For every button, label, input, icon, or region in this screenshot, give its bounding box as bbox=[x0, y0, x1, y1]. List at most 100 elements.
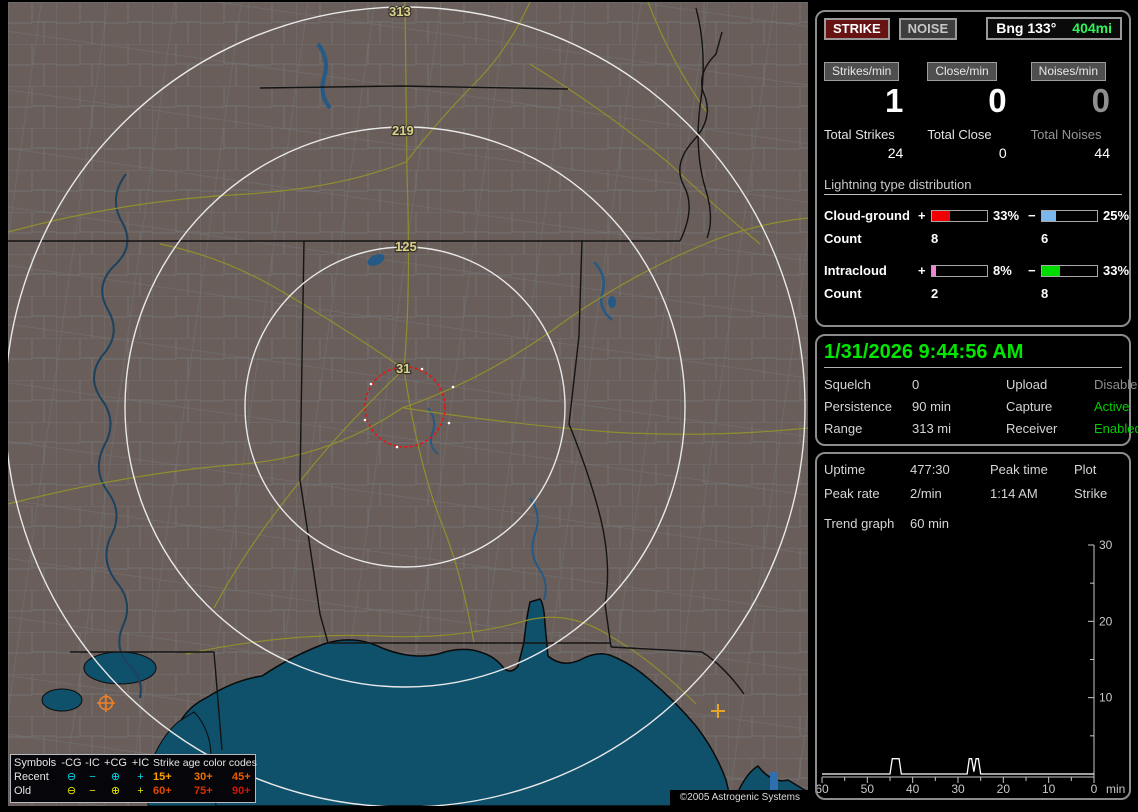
total-close-value: 0 bbox=[998, 145, 1007, 161]
legend-old-label: Old bbox=[14, 785, 32, 797]
cg-plus-count: 8 bbox=[931, 231, 939, 246]
peak-time-value: 1:14 AM bbox=[990, 486, 1038, 501]
svg-text:40: 40 bbox=[906, 782, 920, 796]
ring-label-125: 125 bbox=[395, 239, 417, 254]
ic-minus-pct: 33% bbox=[1103, 263, 1130, 278]
legend-recent-label: Recent bbox=[14, 771, 49, 783]
age-90: 90+ bbox=[232, 785, 251, 797]
persistence-label: Persistence bbox=[824, 399, 892, 414]
total-strikes-label: Total Strikes bbox=[824, 127, 895, 142]
svg-text:30: 30 bbox=[951, 782, 965, 796]
ring-label-313: 313 bbox=[389, 4, 411, 19]
recent-pos-ic-icon: + bbox=[137, 771, 144, 783]
age-45: 45+ bbox=[232, 771, 251, 783]
noises-column: Noises/min 0 Total Noises 44 bbox=[1030, 62, 1122, 161]
minus-sign: − bbox=[1028, 263, 1036, 278]
peak-rate-label: Peak rate bbox=[824, 486, 880, 501]
bearing-distance-box: Bng 133° 404mi bbox=[986, 17, 1122, 40]
ic-plus-bar bbox=[931, 264, 988, 277]
svg-text:10: 10 bbox=[1042, 782, 1056, 796]
receiver-status: Enabled bbox=[1094, 421, 1138, 436]
stats-panel: Uptime 477:30 Peak time Plot Peak rate 2… bbox=[815, 452, 1131, 800]
old-pos-ic-icon: + bbox=[137, 785, 144, 797]
close-per-min-value: 0 bbox=[988, 82, 1007, 119]
count-label: Count bbox=[824, 231, 862, 246]
recent-neg-ic-icon: − bbox=[89, 771, 96, 783]
total-close-label: Total Close bbox=[927, 127, 992, 142]
peak-rate-value: 2/min bbox=[910, 486, 942, 501]
old-neg-cg-icon: ⊖ bbox=[66, 785, 77, 797]
squelch-label: Squelch bbox=[824, 377, 871, 392]
uptime-label: Uptime bbox=[824, 462, 866, 477]
svg-text:20: 20 bbox=[1099, 614, 1113, 628]
trend-window-value: 60 min bbox=[910, 516, 950, 531]
total-noises-value: 44 bbox=[1094, 145, 1110, 161]
recent-pos-cg-icon: ⊕ bbox=[110, 771, 121, 783]
legend-symbols-header: Symbols bbox=[14, 757, 57, 769]
plot-label: Plot bbox=[1074, 462, 1097, 477]
trend-graph-label: Trend graph bbox=[824, 516, 895, 531]
lake-pontchartrain bbox=[83, 651, 157, 685]
ic-minus-count: 8 bbox=[1041, 286, 1049, 301]
lightning-tracker-window: 313 219 125 31 Symbols -CG -IC +CG +IC S… bbox=[0, 0, 1138, 812]
strike-counter-panel: STRIKE NOISE Bng 133° 404mi Strikes/min … bbox=[815, 10, 1131, 327]
cloud-ground-count-row: Count 8 6 bbox=[824, 231, 1122, 246]
svg-text:10: 10 bbox=[1099, 691, 1113, 705]
legend-col-pos-cg: +CG bbox=[104, 757, 127, 769]
cg-minus-pct: 25% bbox=[1103, 208, 1130, 223]
cg-minus-count: 6 bbox=[1041, 231, 1049, 246]
persistence-value: 90 min bbox=[912, 399, 952, 414]
cg-plus-bar bbox=[931, 209, 988, 222]
cg-minus-bar bbox=[1041, 209, 1098, 222]
total-strikes-value: 24 bbox=[887, 145, 904, 161]
noises-per-min-value: 0 bbox=[1091, 82, 1110, 119]
strike-legend: Symbols -CG -IC +CG +IC Strike age color… bbox=[10, 754, 257, 803]
count-label: Count bbox=[824, 286, 862, 301]
strike-mode-button[interactable]: STRIKE bbox=[824, 17, 890, 40]
uptime-value: 477:30 bbox=[910, 462, 950, 477]
intracloud-label: Intracloud bbox=[824, 263, 887, 278]
ic-plus-count: 2 bbox=[931, 286, 939, 301]
ic-plus-pct: 8% bbox=[993, 263, 1012, 278]
recent-neg-cg-icon: ⊖ bbox=[66, 771, 77, 783]
distance-value: 404mi bbox=[1072, 20, 1112, 36]
peak-time-label: Peak time bbox=[990, 462, 1048, 477]
old-pos-cg-icon: ⊕ bbox=[110, 785, 121, 797]
close-column: Close/min 0 Total Close 0 bbox=[927, 62, 1018, 161]
cg-plus-pct: 33% bbox=[993, 208, 1020, 223]
legend-age-header: Strike age color codes bbox=[153, 757, 257, 769]
squelch-value: 0 bbox=[912, 377, 920, 392]
svg-text:60: 60 bbox=[817, 782, 829, 796]
intracloud-count-row: Count 2 8 bbox=[824, 286, 1122, 301]
capture-label: Capture bbox=[1006, 399, 1053, 414]
strikes-per-min-chip: Strikes/min bbox=[824, 62, 900, 81]
strikes-column: Strikes/min 1 Total Strikes 24 bbox=[824, 62, 915, 161]
copyright-text: ©2005 Astrogenic Systems bbox=[669, 790, 808, 806]
trend-graph: 30 20 10 60 50 40 30 20 10 0 min bbox=[817, 538, 1125, 796]
intracloud-row: Intracloud + 8% − 33% bbox=[824, 263, 1129, 278]
receiver-label: Receiver bbox=[1006, 421, 1058, 436]
total-noises-label: Total Noises bbox=[1030, 127, 1102, 142]
legend-col-pos-ic: +IC bbox=[131, 757, 150, 769]
bearing-value: Bng 133° bbox=[996, 20, 1057, 36]
old-neg-ic-icon: − bbox=[89, 785, 96, 797]
ic-minus-bar bbox=[1041, 264, 1098, 277]
lightning-map[interactable]: 313 219 125 31 Symbols -CG -IC +CG +IC S… bbox=[8, 2, 808, 806]
distribution-title: Lightning type distribution bbox=[824, 177, 1122, 195]
datetime-display: 1/31/2026 9:44:56 AM bbox=[824, 341, 1122, 368]
ring-label-219: 219 bbox=[392, 123, 414, 138]
noise-mode-button[interactable]: NOISE bbox=[898, 17, 958, 40]
plot-value: Strike bbox=[1074, 486, 1108, 501]
legend-col-neg-ic: -IC bbox=[85, 757, 100, 769]
svg-text:30: 30 bbox=[1099, 538, 1113, 552]
range-value: 313 mi bbox=[912, 421, 952, 436]
capture-status: Active bbox=[1094, 399, 1130, 414]
ring-label-31: 31 bbox=[396, 361, 410, 376]
upload-status: Disabled bbox=[1094, 377, 1138, 392]
plus-sign: + bbox=[918, 263, 926, 278]
svg-text:0: 0 bbox=[1091, 782, 1098, 796]
legend-col-neg-cg: -CG bbox=[61, 757, 82, 769]
map-canvas: 313 219 125 31 bbox=[8, 2, 808, 806]
range-label: Range bbox=[824, 421, 863, 436]
svg-text:20: 20 bbox=[997, 782, 1011, 796]
